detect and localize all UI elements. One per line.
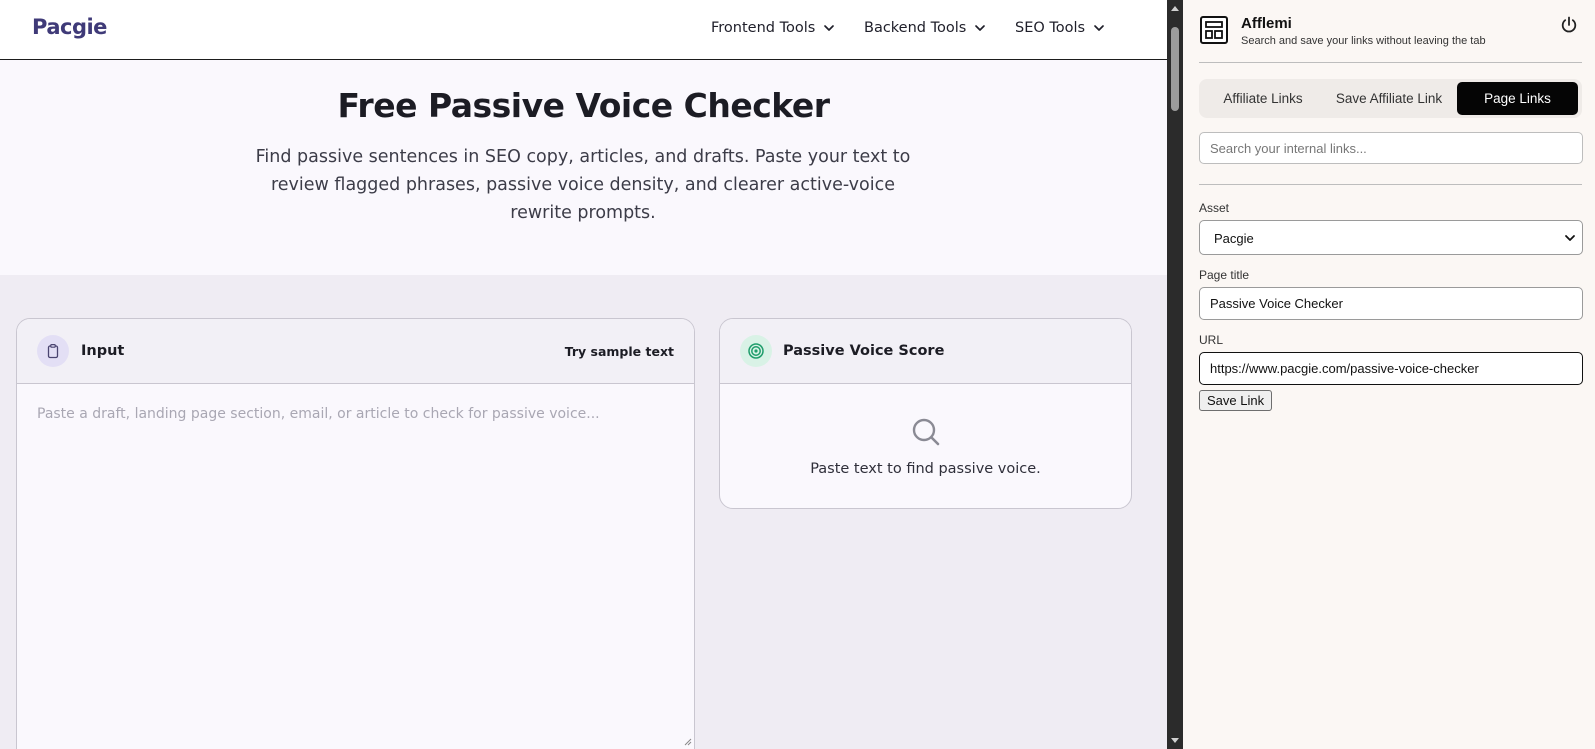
nav-frontend-tools-label: Frontend Tools (711, 20, 816, 36)
score-card-header: Passive Voice Score (720, 319, 1131, 384)
score-card-title: Passive Voice Score (783, 343, 945, 359)
input-card-header: Input Try sample text (17, 319, 694, 384)
scrollbar-thumb[interactable] (1171, 27, 1179, 111)
nav-backend-tools-label: Backend Tools (864, 20, 967, 36)
page-subtitle: Find passive sentences in SEO copy, arti… (255, 147, 911, 223)
scroll-down-arrow-icon[interactable] (1170, 737, 1180, 745)
page-title-label: Page title (1199, 268, 1250, 282)
page-scrollbar[interactable] (1167, 0, 1183, 749)
input-card-title: Input (81, 343, 125, 359)
layout-icon (1200, 16, 1228, 44)
target-icon (740, 335, 772, 367)
score-empty-state: Paste text to find passive voice. (720, 384, 1131, 508)
asset-select-value: Pacgie (1214, 231, 1254, 246)
extension-tabs: Affiliate Links Save Affiliate Link Page… (1199, 79, 1582, 118)
scroll-up-arrow-icon[interactable] (1170, 4, 1180, 12)
url-label: URL (1199, 333, 1224, 347)
chevron-down-icon (824, 25, 835, 31)
search-divider (1199, 184, 1582, 185)
save-link-button[interactable]: Save Link (1199, 390, 1273, 411)
tab-save-affiliate-link[interactable]: Save Affiliate Link (1325, 82, 1453, 115)
asset-select[interactable]: Pacgie (1199, 220, 1583, 255)
score-empty-message: Paste text to find passive voice. (810, 461, 1041, 477)
clipboard-icon (37, 335, 69, 367)
tab-affiliate-links[interactable]: Affiliate Links (1203, 82, 1323, 115)
nav-frontend-tools[interactable]: Frontend Tools (711, 20, 836, 36)
page-title-field[interactable] (1199, 287, 1583, 320)
afflemi-extension-panel: Afflemi Search and save your links witho… (1183, 0, 1595, 749)
power-icon[interactable] (1559, 15, 1579, 35)
extension-name: Afflemi (1241, 15, 1292, 32)
try-sample-text-button[interactable]: Try sample text (565, 344, 674, 359)
site-logo[interactable]: Pacgie (32, 15, 107, 39)
top-navigation: Pacgie Frontend Tools Backend Tools SEO … (0, 0, 1167, 60)
extension-tagline: Search and save your links without leavi… (1241, 35, 1486, 47)
tab-page-links[interactable]: Page Links (1457, 82, 1578, 115)
chevron-down-icon (975, 25, 986, 31)
input-card: Input Try sample text (16, 318, 695, 749)
chevron-down-icon (1565, 235, 1575, 241)
search-icon (912, 418, 940, 446)
url-field[interactable] (1199, 352, 1583, 385)
resize-grip-icon[interactable] (682, 736, 692, 746)
text-input[interactable] (17, 384, 694, 749)
chevron-down-icon (1094, 25, 1104, 31)
internal-links-search-input[interactable] (1199, 132, 1583, 164)
passive-voice-score-card: Passive Voice Score Paste text to find p… (719, 318, 1132, 509)
asset-label: Asset (1199, 201, 1230, 215)
nav-seo-tools[interactable]: SEO Tools (1015, 20, 1106, 36)
hero-section: Free Passive Voice Checker Find passive … (0, 60, 1167, 275)
main-page: Pacgie Frontend Tools Backend Tools SEO … (0, 0, 1167, 749)
header-divider (1199, 62, 1582, 63)
nav-seo-tools-label: SEO Tools (1015, 20, 1086, 36)
nav-backend-tools[interactable]: Backend Tools (864, 20, 987, 36)
page-title: Free Passive Voice Checker (337, 86, 830, 125)
